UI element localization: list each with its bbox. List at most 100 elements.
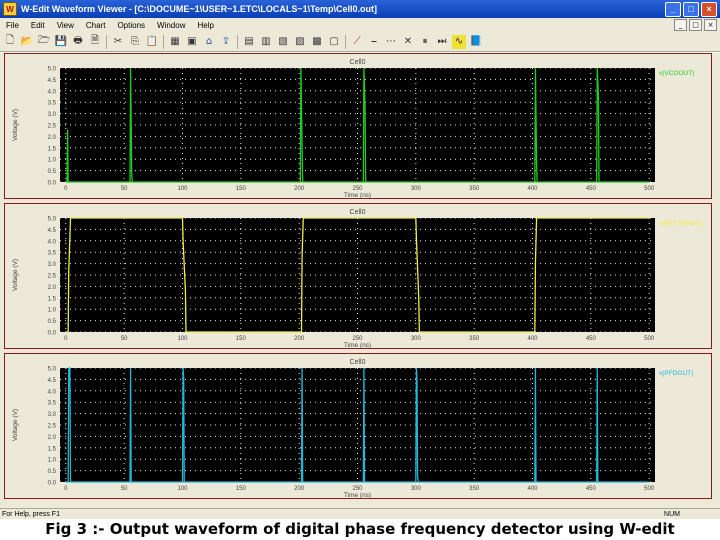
chart-title: Cell0 xyxy=(350,59,366,66)
y-axis-label: Voltage (V) xyxy=(12,409,19,441)
open-icon[interactable]: 📂 xyxy=(20,35,34,49)
minimize-button[interactable]: _ xyxy=(665,1,681,17)
chart-c-icon[interactable]: ▧ xyxy=(276,35,290,49)
print-preview-icon[interactable]: 🗎 xyxy=(88,35,102,49)
x-tick-label: 350 xyxy=(469,186,480,192)
x-tick-label: 350 xyxy=(469,336,480,342)
y-tick-label: 3.0 xyxy=(48,262,57,268)
chart-title: Cell0 xyxy=(350,209,366,216)
legend-entry[interactable]: v(REFSIGNAL) xyxy=(659,220,703,227)
menu-bar: File Edit View Chart Options Window Help… xyxy=(0,18,720,32)
line-x-icon[interactable]: ✕ xyxy=(401,35,415,49)
book-icon[interactable]: 📘 xyxy=(469,35,483,49)
menu-help[interactable]: Help xyxy=(191,21,219,30)
y-tick-label: 5.0 xyxy=(48,67,57,73)
app-icon[interactable]: W xyxy=(3,2,17,16)
x-tick-label: 500 xyxy=(644,336,655,342)
x-tick-label: 150 xyxy=(236,486,247,492)
y-tick-label: 3.0 xyxy=(48,412,57,418)
menu-options[interactable]: Options xyxy=(111,21,151,30)
x-tick-label: 400 xyxy=(527,486,538,492)
doc-minimize-button[interactable]: _ xyxy=(674,19,687,31)
y-tick-label: 5.0 xyxy=(48,367,57,373)
close-button[interactable]: × xyxy=(701,1,717,17)
legend-entry[interactable]: v(PFDOUT) xyxy=(659,370,693,377)
grid-icon[interactable]: ▦ xyxy=(168,35,182,49)
line-red-icon[interactable]: ⟋ xyxy=(350,35,364,49)
new-icon[interactable]: 🗋 xyxy=(3,35,17,49)
export-icon[interactable]: ⇪ xyxy=(219,35,233,49)
x-tick-label: 0 xyxy=(64,186,68,192)
y-tick-label: 1.0 xyxy=(48,158,57,164)
x-tick-label: 200 xyxy=(294,336,305,342)
zoom-icon[interactable]: ▣ xyxy=(185,35,199,49)
x-axis-label: Time (ns) xyxy=(344,342,371,348)
x-tick-label: 50 xyxy=(121,186,128,192)
y-tick-label: 3.5 xyxy=(48,101,57,107)
chart-e-icon[interactable]: ▩ xyxy=(310,35,324,49)
legend-entry[interactable]: v(VCOOUT) xyxy=(659,70,694,77)
open-folder-icon[interactable]: 🗁 xyxy=(37,35,51,49)
y-tick-label: 2.5 xyxy=(48,124,57,130)
x-tick-label: 400 xyxy=(527,186,538,192)
toolbar: 🗋 📂 🗁 💾 🖶 🗎 ✂ ⎘ 📋 ▦ ▣ ⌂ ⇪ ▤ ▥ ▧ ▨ ▩ ▢ ⟋ ⎯ ⋯ ✕ ⏸ ⏭ ∿ 📘 xyxy=(0,32,720,52)
y-tick-label: 4.0 xyxy=(48,389,57,395)
home-icon[interactable]: ⌂ xyxy=(202,35,216,49)
x-tick-label: 100 xyxy=(177,486,188,492)
refsignal-chart: Cell0 0.0 0.5 1.0 1.5 2.0 2.5 3.0 3.5 4.0 4.5 5.0 0 5… xyxy=(12,209,703,348)
menu-view[interactable]: View xyxy=(51,21,80,30)
chart-panel-refsignal[interactable]: Cell0 0.0 0.5 1.0 1.5 2.0 2.5 3.0 3.5 4.0 4.5 5.0 0 5… xyxy=(4,203,712,349)
y-axis-label: Voltage (V) xyxy=(12,109,19,141)
x-tick-label: 0 xyxy=(64,336,68,342)
maximize-button[interactable]: □ xyxy=(683,1,699,17)
y-tick-label: 4.5 xyxy=(48,378,57,384)
vcoout-chart: Cell0 0.0 0.5 1.0 1.5 2.0 2.5 3.0 3.5 4.0 4.5 5.0 0 5… xyxy=(12,59,694,198)
status-help-text: For Help, press F1 xyxy=(2,510,60,518)
chart-workspace: Cell0 0.0 0.5 1.0 1.5 2.0 2.5 3.0 3.5 4.0 4.5 5.0 0 5… xyxy=(0,53,720,508)
step-icon[interactable]: ⏭ xyxy=(435,35,449,49)
pfdout-chart: Cell0 0.0 0.5 1.0 1.5 2.0 2.5 3.0 3.5 4.0 4.5 5.0 0 5… xyxy=(12,359,693,498)
chart-d-icon[interactable]: ▨ xyxy=(293,35,307,49)
x-tick-label: 400 xyxy=(527,336,538,342)
y-tick-label: 1.0 xyxy=(48,458,57,464)
menu-window[interactable]: Window xyxy=(151,21,191,30)
status-num-indicator: NUM xyxy=(664,510,680,518)
chart-b-icon[interactable]: ▥ xyxy=(259,35,273,49)
y-tick-label: 0.0 xyxy=(48,181,57,187)
copy-icon[interactable]: ⎘ xyxy=(128,35,142,49)
menu-edit[interactable]: Edit xyxy=(25,21,51,30)
chart-f-icon[interactable]: ▢ xyxy=(327,35,341,49)
x-tick-label: 300 xyxy=(411,486,422,492)
waveform-icon[interactable]: ∿ xyxy=(452,34,466,49)
x-tick-label: 300 xyxy=(411,336,422,342)
toolbar-separator xyxy=(345,34,346,49)
y-tick-label: 2.0 xyxy=(48,285,57,291)
x-tick-label: 450 xyxy=(586,486,597,492)
y-tick-label: 4.5 xyxy=(48,228,57,234)
line-dots-icon[interactable]: ⋯ xyxy=(384,35,398,49)
line-flat-icon[interactable]: ⎯ xyxy=(367,35,381,49)
y-tick-label: 0.5 xyxy=(48,469,57,475)
x-tick-label: 200 xyxy=(294,186,305,192)
chart-panel-vcoout[interactable]: Cell0 0.0 0.5 1.0 1.5 2.0 2.5 3.0 3.5 4.0 4.5 5.0 0 5… xyxy=(4,53,712,199)
menu-chart[interactable]: Chart xyxy=(80,21,112,30)
y-tick-label: 4.5 xyxy=(48,78,57,84)
window-title: W-Edit Waveform Viewer - [C:\DOCUME~1\US… xyxy=(21,4,377,14)
x-tick-label: 450 xyxy=(586,186,597,192)
pause-icon[interactable]: ⏸ xyxy=(418,35,432,49)
paste-icon[interactable]: 📋 xyxy=(145,35,159,49)
save-icon[interactable]: 💾 xyxy=(54,35,68,49)
x-tick-label: 0 xyxy=(64,486,68,492)
y-axis-label: Voltage (V) xyxy=(12,259,19,291)
chart-panel-pfdout[interactable]: Cell0 0.0 0.5 1.0 1.5 2.0 2.5 3.0 3.5 4.0 4.5 5.0 0 5… xyxy=(4,353,712,499)
x-tick-label: 200 xyxy=(294,486,305,492)
menu-file[interactable]: File xyxy=(0,21,25,30)
doc-close-button[interactable]: × xyxy=(704,19,717,31)
toolbar-separator xyxy=(237,34,238,49)
chart-title: Cell0 xyxy=(350,359,366,366)
chart-a-icon[interactable]: ▤ xyxy=(242,35,256,49)
print-icon[interactable]: 🖶 xyxy=(71,35,85,49)
y-tick-label: 5.0 xyxy=(48,217,57,223)
doc-restore-button[interactable]: □ xyxy=(689,19,702,31)
cut-icon[interactable]: ✂ xyxy=(111,35,125,49)
